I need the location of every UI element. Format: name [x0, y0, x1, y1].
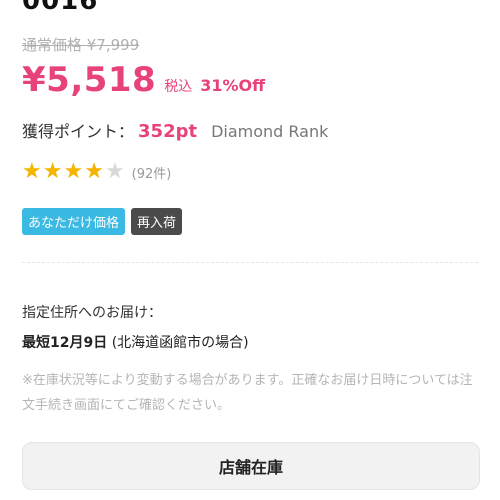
product-title: 0016 [22, 0, 99, 16]
star-icon: ★ [104, 159, 125, 184]
badge-group: あなただけ価格 再入荷 [22, 208, 188, 235]
review-count-link[interactable]: (92件) [132, 163, 172, 182]
delivery-date: 最短12月9日 [22, 335, 108, 351]
points-value: 352pt [138, 121, 198, 142]
star-icon: ★ [22, 159, 42, 184]
delivery-location: (北海道函館市の場合) [111, 335, 249, 351]
star-icon: ★ [63, 159, 84, 184]
price-row: ¥5,518 税込 31%Off [22, 60, 265, 100]
regular-price: 通常価格 ¥7,999 [22, 36, 140, 54]
sale-price: ¥5,518 [22, 60, 157, 100]
store-stock-button[interactable]: 店舗在庫 [22, 442, 480, 490]
exclusive-price-badge: あなただけ価格 [22, 208, 126, 235]
delivery-row: 最短12月9日 (北海道函館市の場合) [22, 332, 249, 352]
delivery-label: 指定住所へのお届け： [22, 305, 162, 321]
delivery-note: ※在庫状況等により変動する場合があります。正確なお届け日時については注文手続き画… [22, 373, 473, 413]
star-icon: ★ [42, 159, 63, 184]
points-label: 獲得ポイント： [22, 122, 135, 141]
star-icon: ★ [84, 159, 104, 184]
divider [22, 262, 478, 263]
member-rank: Diamond Rank [211, 122, 329, 141]
discount-label: 31%Off [200, 76, 266, 95]
rating-row[interactable]: ★ ★ ★ ★ ★ (92件) [22, 161, 171, 183]
tax-label: 税込 [164, 79, 193, 95]
restock-badge: 再入荷 [131, 208, 183, 235]
points-row: 獲得ポイント： 352pt Diamond Rank [22, 118, 328, 142]
